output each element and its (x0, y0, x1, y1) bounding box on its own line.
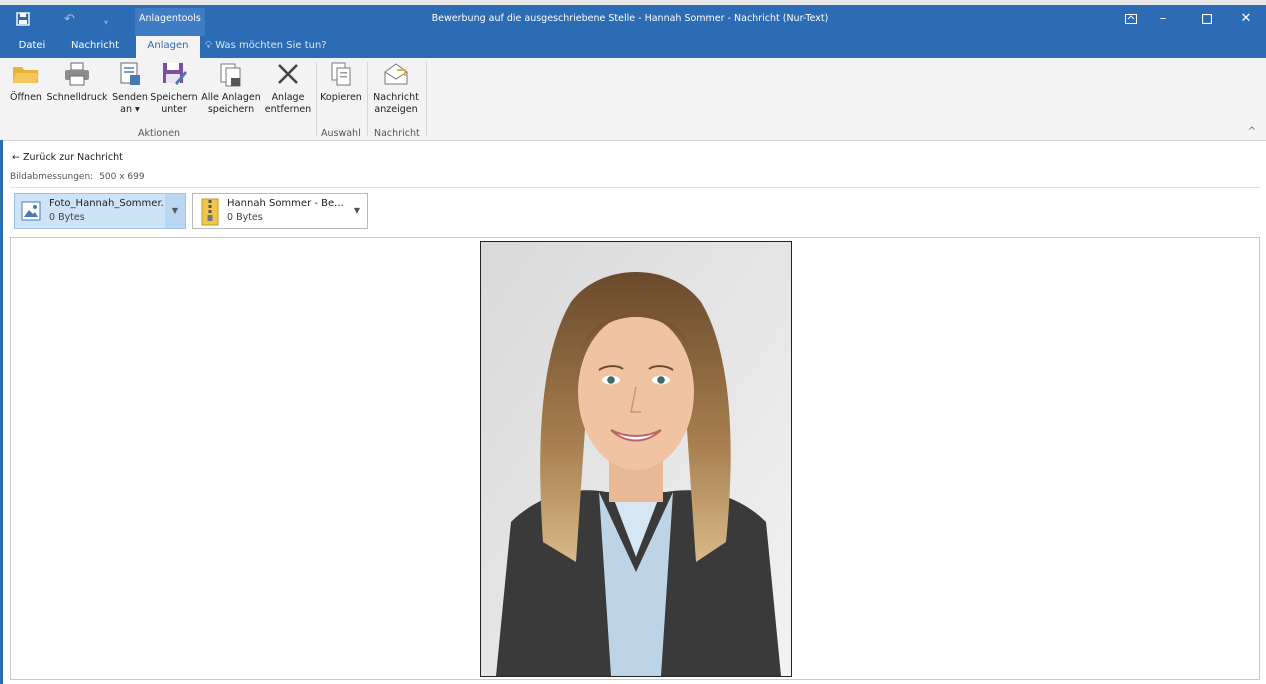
portrait-photo (480, 241, 792, 677)
show-message-button[interactable]: Nachricht anzeigen (370, 60, 422, 116)
divider (10, 187, 1260, 188)
qat-more-icon[interactable]: ▾ (104, 15, 108, 31)
attachment-photo[interactable]: Foto_Hannah_Sommer... 0 Bytes ▼ (14, 193, 186, 229)
image-dimensions: Bildabmessungen: 500 x 699 (10, 172, 145, 182)
attachment-name: Foto_Hannah_Sommer... (49, 198, 171, 209)
save-as-icon (160, 60, 188, 88)
group-separator (367, 62, 368, 136)
quick-print-button[interactable]: Schnelldruck (46, 60, 108, 104)
open-button[interactable]: Öffnen (8, 60, 44, 104)
group-separator (316, 62, 317, 136)
attachment-size: 0 Bytes (227, 212, 263, 223)
remove-attachment-button[interactable]: Anlage entfernen (264, 60, 312, 116)
arrow-left-icon: ← (12, 152, 20, 163)
tab-nachricht[interactable]: Nachricht (62, 36, 128, 58)
copy-button[interactable]: Kopieren (318, 60, 364, 104)
lightbulb-icon: 💡︎ (205, 40, 212, 51)
chevron-down-icon[interactable]: ▼ (347, 194, 367, 228)
tab-anlagen[interactable]: Anlagen (136, 36, 200, 58)
attachment-name: Hannah Sommer - Be... (227, 198, 344, 209)
context-label: Anlagentools (139, 13, 201, 24)
chevron-down-icon[interactable]: ▼ (165, 194, 185, 228)
minimize-icon[interactable]: – (1149, 8, 1177, 30)
send-to-icon (116, 60, 144, 88)
group-separator (426, 62, 427, 136)
printer-icon (63, 60, 91, 88)
ribbon: Öffnen Schnelldruck Senden an ▾ Speicher… (0, 58, 1266, 141)
save-all-attachments-icon (217, 60, 245, 88)
ribbon-display-options-icon[interactable] (1117, 8, 1145, 30)
group-label-nachricht: Nachricht (374, 128, 420, 139)
close-icon[interactable]: ✕ (1232, 8, 1260, 30)
group-label-auswahl: Auswahl (321, 128, 361, 139)
window-left-edge (0, 140, 3, 684)
top-strip (0, 0, 1266, 5)
save-all-attachments-button[interactable]: Alle Anlagen speichern (200, 60, 262, 116)
back-to-message-link[interactable]: ← Zurück zur Nachricht (12, 152, 123, 163)
folder-open-icon (12, 60, 40, 88)
tab-datei[interactable]: Datei (12, 36, 52, 58)
undo-icon[interactable]: ↶ (64, 12, 75, 28)
window-title: Bewerbung auf die ausgeschriebene Stelle… (431, 13, 829, 24)
maximize-icon[interactable] (1193, 8, 1221, 30)
tell-me-search[interactable]: 💡︎ Was möchten Sie tun? (205, 40, 327, 51)
attachment-size: 0 Bytes (49, 212, 85, 223)
image-dimensions-label: Bildabmessungen: (10, 172, 94, 182)
save-as-button[interactable]: Speichern unter (150, 60, 198, 116)
remove-attachment-icon (274, 60, 302, 88)
collapse-ribbon-icon[interactable]: ^ (1248, 126, 1256, 137)
back-link-label: Zurück zur Nachricht (23, 152, 123, 163)
tell-me-text: Was möchten Sie tun? (215, 40, 327, 51)
send-to-button[interactable]: Senden an ▾ (111, 60, 149, 116)
group-label-aktionen: Aktionen (138, 128, 181, 139)
copy-icon (327, 60, 355, 88)
save-icon[interactable] (16, 12, 30, 31)
image-dimensions-value: 500 x 699 (99, 172, 145, 182)
title-bar: ↶ ▾ Anlagentools Bewerbung auf die ausge… (0, 0, 1266, 58)
image-file-icon (21, 201, 41, 224)
zip-file-icon (201, 198, 219, 229)
show-message-icon (382, 60, 410, 88)
attachment-document[interactable]: Hannah Sommer - Be... 0 Bytes ▼ (192, 193, 368, 229)
